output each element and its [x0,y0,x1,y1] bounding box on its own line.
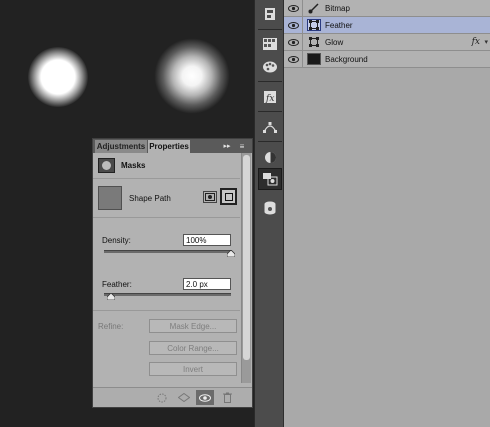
density-slider-handle[interactable] [227,250,235,257]
feather-slider[interactable] [104,293,231,296]
density-label: Density: [102,236,131,245]
layer-row-glow[interactable]: Glow fx ▾ [284,33,490,51]
panel-dock-strip: fx [254,0,284,427]
history-icon[interactable] [258,3,282,25]
layer-name: Background [325,54,368,64]
shape-path-label: Shape Path [129,193,171,203]
shape-path-thumbnail [98,186,122,210]
load-selection-icon[interactable] [153,390,171,405]
document-canvas[interactable]: Adjustments Properties ▸▸ ≡ Masks Shape … [0,0,254,427]
properties-mask-icon[interactable] [258,168,282,190]
feathered-white-circle [154,38,230,114]
sharp-white-circle [28,47,88,107]
layer-row-bitmap[interactable]: Bitmap [284,0,490,17]
apply-mask-icon[interactable] [175,390,193,405]
mask-icon [98,158,115,173]
fx-script-icon[interactable]: fx [258,86,282,108]
color-range-button[interactable]: Color Range... [149,341,237,355]
layer-effects-badge[interactable]: fx [472,37,480,47]
scrollbar-thumb[interactable] [243,155,250,360]
toggle-mask-visibility-icon[interactable] [196,390,214,405]
layer-name: Feather [325,20,353,30]
vector-mask-icon [224,192,233,201]
section-divider [93,310,240,311]
3d-cylinder-icon[interactable] [258,197,282,219]
feather-label: Feather: [102,280,132,289]
add-vector-mask-button[interactable] [220,188,237,205]
vector-path-icon [307,36,321,48]
visibility-eye-icon[interactable] [284,0,303,17]
pixel-mask-icon [205,193,215,201]
mask-edge-button[interactable]: Mask Edge... [149,319,237,333]
panel-menu-icon[interactable]: ≡ [235,141,249,151]
vector-path-icon [307,19,321,31]
visibility-eye-icon[interactable] [284,50,303,68]
tab-adjustments[interactable]: Adjustments [95,140,147,153]
panel-footer [93,387,252,407]
density-input[interactable]: 100% [183,234,231,246]
layer-name: Bitmap [325,3,350,13]
panel-scrollbar[interactable] [241,153,251,383]
path-tool-icon[interactable] [258,116,282,138]
refine-label: Refine: [98,322,124,331]
shape-path-row: Shape Path [93,179,240,217]
delete-mask-icon[interactable] [218,390,236,405]
density-slider[interactable] [104,250,231,253]
invert-button[interactable]: Invert [149,362,237,376]
masks-header: Masks [93,153,240,179]
properties-panel: Adjustments Properties ▸▸ ≡ Masks Shape … [92,138,253,408]
layer-row-background[interactable]: Background [284,50,490,68]
visibility-eye-icon[interactable] [284,33,303,51]
section-divider [93,217,240,218]
tab-properties[interactable]: Properties [148,140,190,153]
brush-icon [307,2,321,14]
layers-panel: Bitmap Feather Glow fx ▾ Background [284,0,490,427]
feather-slider-handle[interactable] [106,293,115,300]
visibility-eye-icon[interactable] [284,16,303,34]
svg-text:fx: fx [265,94,274,104]
collapse-panel-icon[interactable]: ▸▸ [220,141,234,151]
background-thumbnail [307,53,321,65]
layer-name: Glow [325,37,344,47]
chevron-down-icon[interactable]: ▾ [484,38,488,46]
panel-tab-bar: Adjustments Properties ▸▸ ≡ [93,139,252,153]
layer-row-feather[interactable]: Feather [284,16,490,34]
masks-title: Masks [121,161,146,170]
adjustment-circle-icon[interactable] [258,146,282,168]
swatches-grid-icon[interactable] [258,33,282,55]
add-pixel-mask-button[interactable] [203,191,217,203]
palette-icon[interactable] [258,56,282,78]
feather-input[interactable]: 2.0 px [183,278,231,290]
